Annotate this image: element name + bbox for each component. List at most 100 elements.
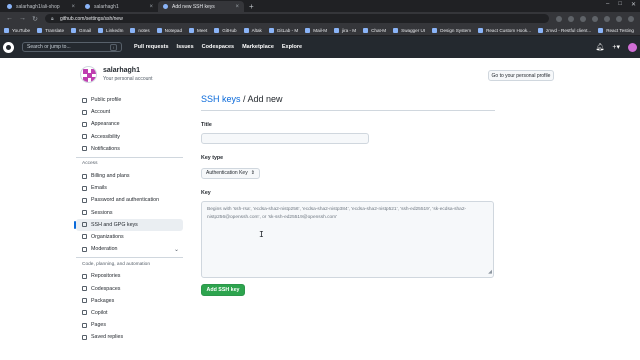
extension-icon[interactable] bbox=[604, 15, 610, 22]
avatar[interactable] bbox=[628, 42, 637, 52]
header-nav-item[interactable]: Codespaces bbox=[202, 44, 234, 50]
header-nav-item[interactable]: Explore bbox=[282, 44, 302, 50]
sidebar-item[interactable]: Moderation ⌄ bbox=[76, 243, 183, 255]
profile-avatar-icon[interactable] bbox=[628, 15, 634, 22]
sidebar-item-label: Password and authentication bbox=[91, 197, 160, 204]
key-placeholder: Begins with 'ssh-rsa', 'ecdsa-sha2-nistp… bbox=[207, 207, 467, 220]
resize-handle-icon[interactable]: ◢ bbox=[488, 268, 492, 276]
bookmark-item[interactable]: React Testing bbox=[598, 27, 634, 33]
bookmark-item[interactable]: Altak bbox=[243, 27, 262, 33]
bookmark-item[interactable]: YouTube bbox=[4, 27, 30, 33]
bookmark-label: Chat-M bbox=[371, 27, 387, 33]
bookmark-item[interactable]: zmvd - Restful client... bbox=[538, 27, 591, 33]
bookmark-item[interactable]: Notepad bbox=[156, 27, 182, 33]
title-input[interactable] bbox=[201, 133, 369, 144]
bookmark-favicon-icon bbox=[268, 27, 274, 33]
browser-tab-active[interactable]: Add new SSH keys × bbox=[158, 1, 244, 12]
sidebar-item[interactable]: Accessibility bbox=[76, 131, 183, 143]
github-header: Search or jump to... / Pull requests Issu… bbox=[0, 36, 640, 58]
sidebar-item[interactable]: SSH and GPG keys bbox=[74, 218, 183, 231]
bookmark-item[interactable]: Translate bbox=[37, 27, 64, 33]
sidebar-item[interactable]: Notifications bbox=[76, 143, 183, 155]
bookmark-item[interactable]: Design System bbox=[432, 27, 471, 33]
close-tab-icon[interactable]: × bbox=[235, 4, 239, 10]
sidebar-item[interactable]: Repositories bbox=[76, 270, 183, 282]
browser-tab-2[interactable]: salarhagh1 × bbox=[80, 1, 158, 12]
reload-icon[interactable]: ↻ bbox=[32, 15, 38, 23]
sidebar-item-icon bbox=[82, 246, 87, 252]
extension-icon[interactable] bbox=[568, 15, 574, 22]
browser-tab-1[interactable]: salarhagh1/ali-shop × bbox=[2, 1, 80, 12]
create-new-plus-icon[interactable]: +▾ bbox=[612, 43, 620, 51]
sidebar-item-label: Saved replies bbox=[91, 334, 124, 341]
add-ssh-key-form: SSH keys / Add new Title Key type Authen… bbox=[201, 94, 495, 296]
bookmark-item[interactable]: React Custom Hook... bbox=[478, 27, 531, 33]
search-shortcut-badge: / bbox=[109, 43, 117, 51]
close-window-icon[interactable]: ✕ bbox=[631, 1, 636, 8]
close-tab-icon[interactable]: × bbox=[149, 4, 153, 10]
extension-icon[interactable] bbox=[616, 15, 622, 22]
key-textarea[interactable]: Begins with 'ssh-rsa', 'ecdsa-sha2-nistp… bbox=[201, 201, 494, 278]
sidebar-item-icon bbox=[82, 334, 87, 340]
sidebar-item[interactable]: Public profile bbox=[76, 94, 183, 106]
bookmark-item[interactable]: LinkedIn bbox=[98, 27, 123, 33]
sidebar-item-label: Public profile bbox=[91, 97, 122, 104]
title-label: Title bbox=[201, 122, 212, 128]
github-logo-icon[interactable] bbox=[3, 41, 14, 53]
bookmark-item[interactable]: GitHub bbox=[214, 27, 237, 33]
header-nav-item[interactable]: Marketplace bbox=[242, 44, 274, 50]
header-nav-item[interactable]: Pull requests bbox=[134, 44, 169, 50]
sidebar-item[interactable]: Password and authentication bbox=[76, 194, 183, 206]
bookmark-item[interactable]: notes bbox=[130, 27, 150, 33]
close-tab-icon[interactable]: × bbox=[71, 4, 75, 10]
sidebar-item[interactable]: Account bbox=[76, 106, 183, 118]
back-icon[interactable]: ← bbox=[6, 15, 13, 22]
bookmark-favicon-icon bbox=[214, 27, 220, 33]
sidebar-item[interactable]: Organizations bbox=[76, 231, 183, 243]
sidebar-item-icon bbox=[82, 273, 87, 279]
sidebar-item[interactable]: Emails bbox=[76, 182, 183, 194]
github-favicon-icon bbox=[7, 4, 12, 9]
sidebar-item-icon bbox=[82, 185, 87, 191]
go-to-profile-button[interactable]: Go to your personal profile bbox=[488, 70, 554, 81]
new-tab-icon[interactable]: + bbox=[244, 1, 259, 12]
notifications-bell-icon[interactable]: 🔔︎ bbox=[596, 43, 605, 51]
sidebar-item[interactable]: Appearance bbox=[76, 118, 183, 130]
bookmark-favicon-icon bbox=[156, 27, 162, 33]
key-type-select[interactable]: Authentication Key ⇕ bbox=[201, 167, 260, 179]
sidebar-item-icon bbox=[82, 173, 87, 179]
bookmark-item[interactable]: Swagger UI bbox=[393, 27, 426, 33]
bookmark-item[interactable]: Meet bbox=[189, 27, 207, 33]
bookmark-label: Swagger UI bbox=[401, 27, 426, 33]
ssh-keys-breadcrumb-link[interactable]: SSH keys bbox=[201, 94, 241, 104]
bookmark-item[interactable]: Chat-M bbox=[363, 27, 387, 33]
bookmark-item[interactable]: Gmail bbox=[71, 27, 91, 33]
sidebar-item[interactable]: Pages bbox=[76, 319, 183, 331]
bookmark-item[interactable]: jira - M bbox=[334, 27, 357, 33]
bookmark-item[interactable]: Mail-M bbox=[305, 27, 327, 33]
sidebar-item[interactable]: Saved replies bbox=[76, 331, 183, 343]
sidebar-item[interactable]: Sessions bbox=[76, 207, 183, 219]
bookmark-label: jira - M bbox=[342, 27, 357, 33]
breadcrumb-current: Add new bbox=[247, 94, 283, 104]
sidebar-item[interactable]: Packages bbox=[76, 295, 183, 307]
minimize-icon[interactable]: – bbox=[606, 1, 609, 8]
bookmark-item[interactable]: GitLab - M bbox=[268, 27, 299, 33]
add-ssh-key-button[interactable]: Add SSH key bbox=[201, 284, 245, 296]
extension-icon[interactable] bbox=[592, 15, 598, 22]
url-field[interactable]: 🔒︎ github.com/settings/ssh/new bbox=[45, 14, 549, 23]
sidebar-item[interactable]: Billing and plans bbox=[76, 170, 183, 182]
search-input[interactable]: Search or jump to... / bbox=[22, 42, 122, 52]
chevron-down-icon[interactable]: ⌄ bbox=[174, 246, 179, 253]
text-cursor-icon: I bbox=[259, 230, 264, 239]
sidebar-item[interactable]: Codespaces bbox=[76, 282, 183, 294]
sidebar-item-icon bbox=[82, 146, 87, 152]
extension-icon[interactable] bbox=[580, 15, 586, 22]
bookmark-label: GitLab - M bbox=[276, 27, 299, 33]
extension-icon[interactable] bbox=[556, 15, 562, 22]
header-nav-item[interactable]: Issues bbox=[177, 44, 194, 50]
sidebar-item[interactable]: Copilot bbox=[76, 307, 183, 319]
maximize-icon[interactable]: □ bbox=[618, 1, 622, 8]
forward-icon[interactable]: → bbox=[19, 15, 26, 22]
sidebar-item-icon bbox=[82, 97, 87, 103]
